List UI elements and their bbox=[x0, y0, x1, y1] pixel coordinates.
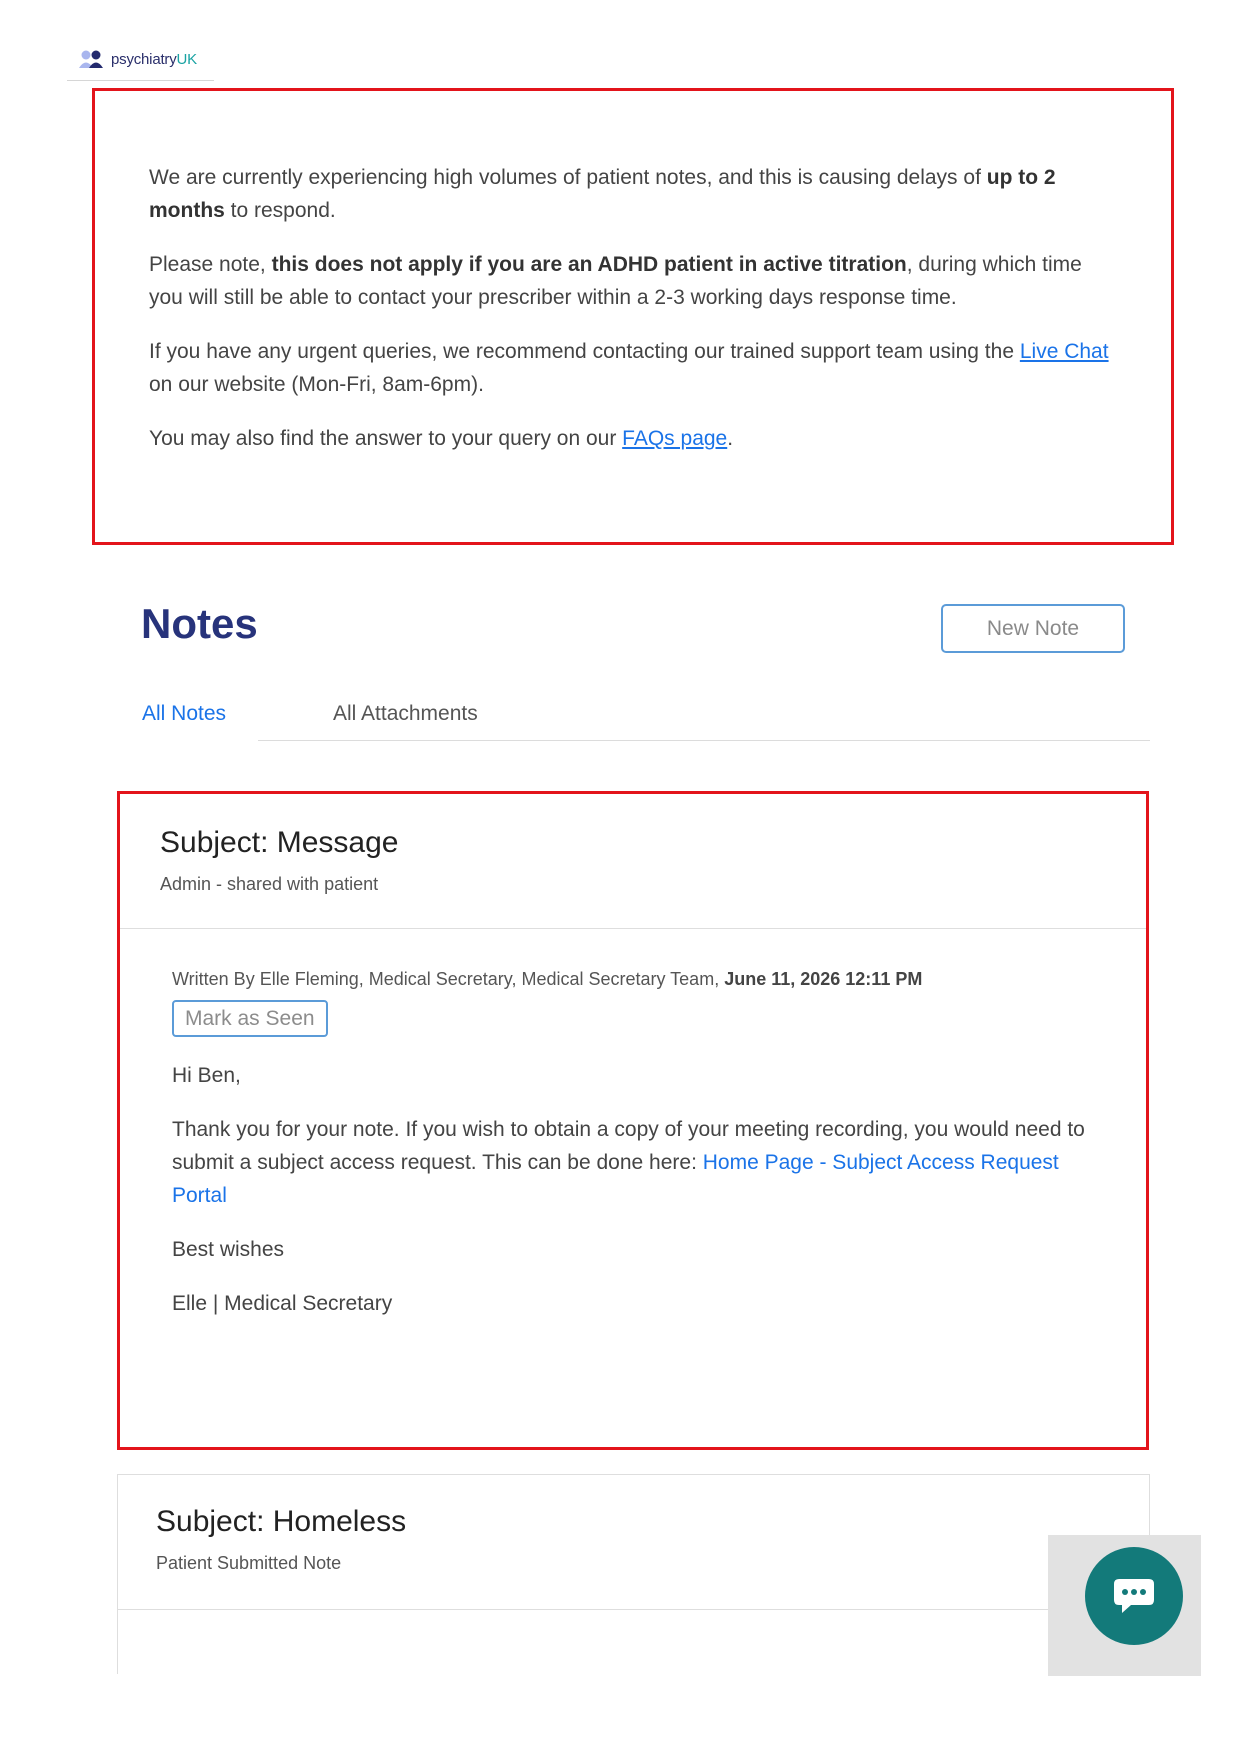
notice-paragraph-4: You may also find the answer to your que… bbox=[149, 427, 734, 450]
note-timestamp: June 11, 2026 12:11 PM bbox=[724, 969, 923, 989]
page-title: Notes bbox=[141, 600, 258, 647]
new-note-button[interactable]: New Note bbox=[941, 604, 1125, 653]
notice-paragraph-2: Please note, this does not apply if you … bbox=[149, 253, 1082, 309]
tab-all-notes[interactable]: All Notes bbox=[142, 702, 226, 726]
note-card-header: Subject: Homeless Patient Submitted Note bbox=[118, 1475, 1149, 1610]
live-chat-button[interactable] bbox=[1085, 1547, 1183, 1645]
note-meta: Admin - shared with patient bbox=[160, 874, 379, 894]
note-card-message: Subject: Message Admin - shared with pat… bbox=[117, 791, 1149, 1450]
notice-paragraph-3: If you have any urgent queries, we recom… bbox=[149, 340, 1109, 396]
note-card-homeless: Subject: Homeless Patient Submitted Note bbox=[117, 1474, 1150, 1674]
note-greeting: Hi Ben, bbox=[172, 1064, 241, 1087]
people-logo-icon bbox=[79, 50, 103, 68]
note-subject: Subject: Message bbox=[160, 826, 399, 859]
brand-logo[interactable]: psychiatryUK bbox=[79, 49, 197, 69]
brand-name: psychiatryUK bbox=[111, 50, 197, 68]
note-sign-off: Best wishes bbox=[172, 1238, 285, 1261]
note-signature: Elle | Medical Secretary bbox=[172, 1292, 393, 1315]
note-message-body: Thank you for your note. If you wish to … bbox=[172, 1118, 1085, 1207]
live-chat-link[interactable]: Live Chat bbox=[1020, 340, 1109, 363]
note-subject: Subject: Homeless bbox=[156, 1505, 407, 1538]
notes-tabs: All Notes All Attachments bbox=[124, 692, 1150, 741]
active-tab-indicator bbox=[124, 739, 258, 741]
tab-all-attachments[interactable]: All Attachments bbox=[333, 702, 478, 726]
note-author-line: Written By Elle Fleming, Medical Secreta… bbox=[172, 969, 923, 989]
note-card-body: Written By Elle Fleming, Medical Secreta… bbox=[120, 929, 1146, 1320]
header-divider bbox=[67, 80, 214, 81]
delay-notice: We are currently experiencing high volum… bbox=[92, 88, 1174, 545]
notice-paragraph-1: We are currently experiencing high volum… bbox=[149, 166, 1056, 222]
note-card-header: Subject: Message Admin - shared with pat… bbox=[120, 794, 1146, 929]
chat-bubble-icon bbox=[1114, 1579, 1154, 1613]
faqs-link[interactable]: FAQs page bbox=[622, 427, 727, 450]
chat-widget bbox=[1048, 1535, 1201, 1676]
note-meta: Patient Submitted Note bbox=[156, 1553, 342, 1573]
mark-as-seen-button[interactable]: Mark as Seen bbox=[172, 1000, 328, 1037]
